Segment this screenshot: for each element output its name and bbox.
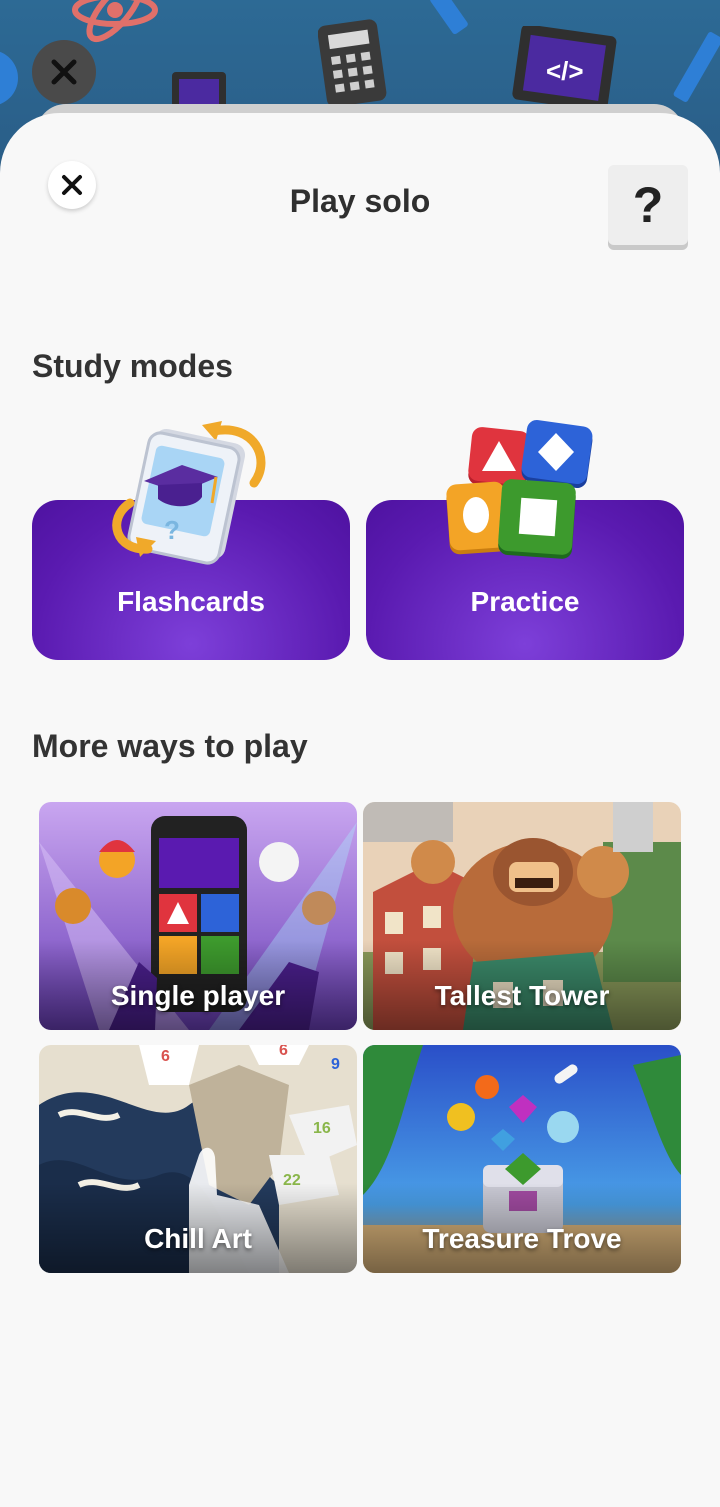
svg-text:6: 6: [279, 1045, 288, 1059]
chill-art-tile[interactable]: 6 6 9 16 22 Chill Art: [39, 1045, 357, 1273]
tallest-tower-tile[interactable]: Tallest Tower: [363, 802, 681, 1030]
treasure-trove-tile[interactable]: Treasure Trove: [363, 1045, 681, 1273]
single-player-tile[interactable]: Single player: [39, 802, 357, 1030]
close-icon: [51, 59, 77, 85]
more-ways-heading: More ways to play: [32, 728, 308, 764]
partial-shape-icon: [0, 51, 18, 105]
svg-text:16: 16: [313, 1120, 331, 1137]
chill-art-label: Chill Art: [144, 1223, 252, 1254]
help-button[interactable]: ?: [608, 165, 688, 245]
flashcards-label: Flashcards: [117, 586, 265, 617]
practice-shapes-icon: [446, 419, 593, 559]
svg-text:9: 9: [331, 1056, 340, 1073]
study-modes-heading: Study modes: [32, 348, 233, 384]
treasure-trove-label: Treasure Trove: [422, 1223, 622, 1254]
single-player-label: Single player: [110, 980, 286, 1011]
code-monitor-icon: </>: [512, 26, 617, 112]
background-close-button[interactable]: [32, 40, 96, 104]
flashcards-icon: ?: [112, 421, 266, 565]
hammer-icon: [430, 0, 468, 35]
atom-icon: [72, 0, 158, 43]
practice-label: Practice: [470, 586, 580, 617]
pencil-icon: [673, 32, 720, 102]
play-solo-sheet: Play solo ? Study modes Flashcards ? Pra…: [0, 113, 720, 1507]
svg-text:6: 6: [161, 1048, 170, 1065]
calculator-icon: [318, 19, 387, 107]
svg-text:</>: </>: [546, 56, 584, 86]
svg-text:?: ?: [164, 515, 180, 545]
tallest-tower-label: Tallest Tower: [434, 980, 610, 1011]
